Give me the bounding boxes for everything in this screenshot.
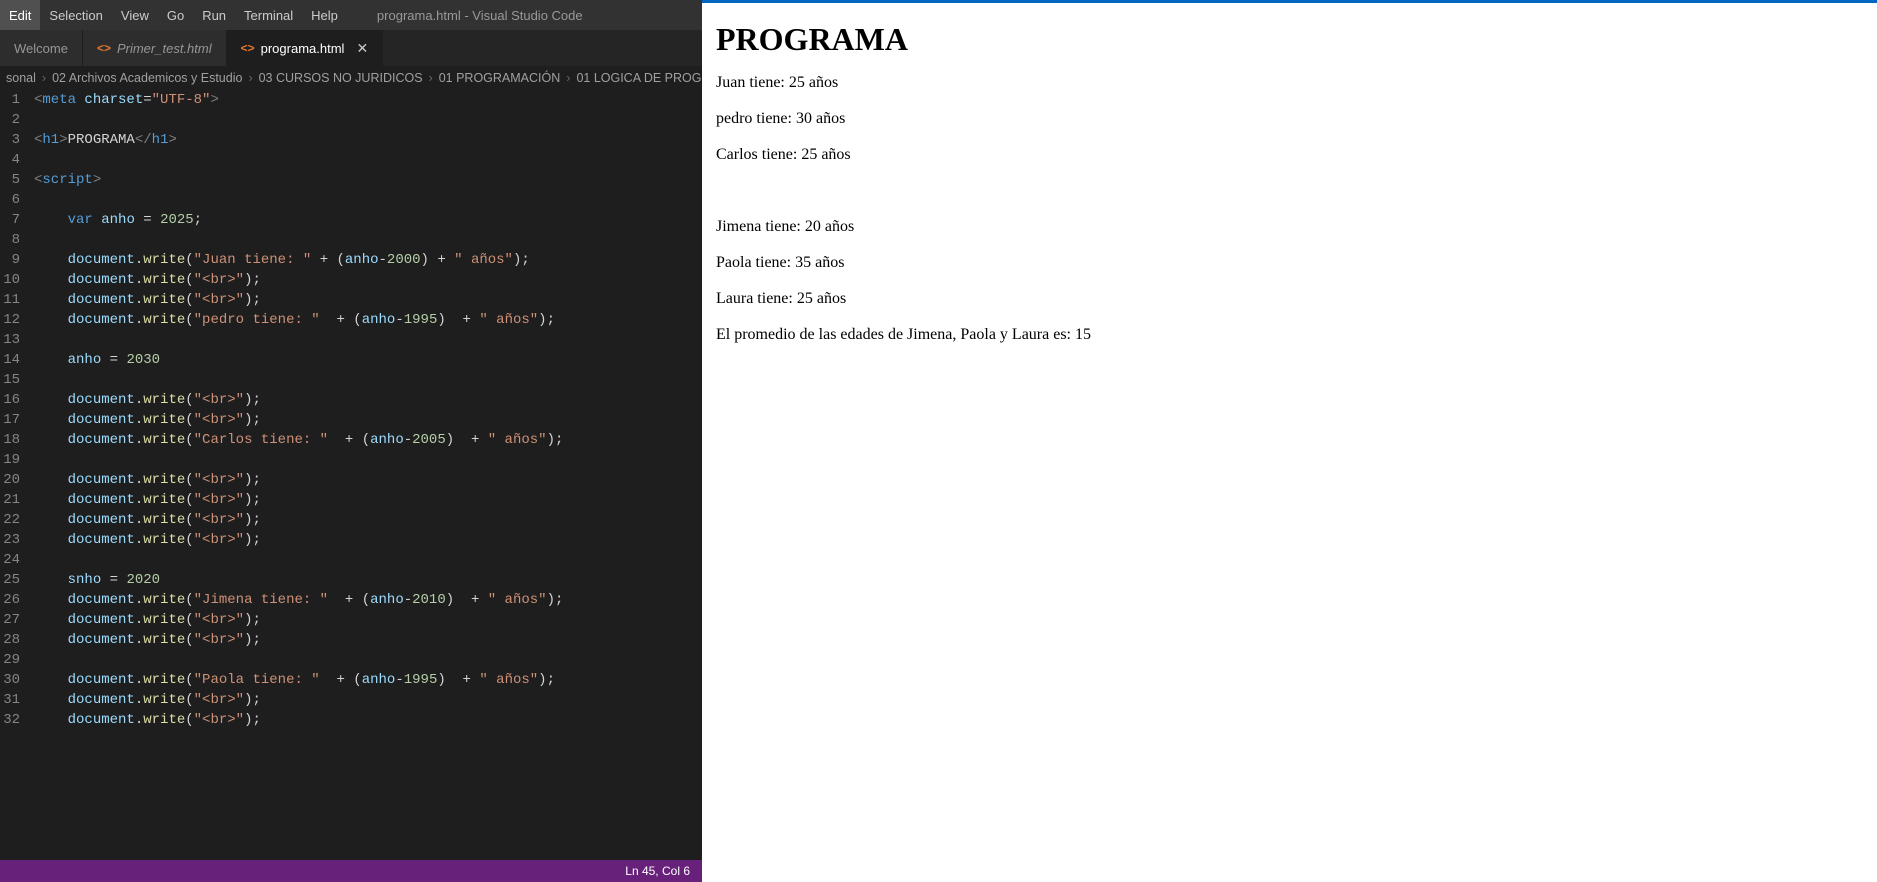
output-line: Juan tiene: 25 años bbox=[716, 74, 1863, 92]
code-line[interactable]: document.write("<br>"); bbox=[34, 470, 702, 490]
code-line[interactable]: document.write("<br>"); bbox=[34, 510, 702, 530]
output-line: Paola tiene: 35 años bbox=[716, 254, 1863, 272]
code-editor[interactable]: 1234567891011121314151617181920212223242… bbox=[0, 90, 702, 860]
code-line[interactable]: snho = 2020 bbox=[34, 570, 702, 590]
code-line[interactable] bbox=[34, 150, 702, 170]
code-line[interactable]: document.write("<br>"); bbox=[34, 610, 702, 630]
output-line: El promedio de las edades de Jimena, Pao… bbox=[716, 326, 1863, 344]
breadcrumb-segment[interactable]: 01 LOGICA DE PROG bbox=[574, 71, 702, 85]
tab-label: Welcome bbox=[14, 41, 68, 56]
chevron-right-icon: › bbox=[244, 71, 256, 85]
code-line[interactable]: document.write("<br>"); bbox=[34, 270, 702, 290]
editor-tabs: Welcome <> Primer_test.html <> programa.html… bbox=[0, 30, 702, 66]
code-line[interactable] bbox=[34, 190, 702, 210]
code-line[interactable]: document.write("<br>"); bbox=[34, 530, 702, 550]
code-line[interactable]: document.write("Juan tiene: " + (anho-20… bbox=[34, 250, 702, 270]
close-icon[interactable]: ✕ bbox=[356, 40, 368, 57]
menu-run[interactable]: Run bbox=[193, 0, 235, 30]
tab-label: Primer_test.html bbox=[117, 41, 212, 56]
code-line[interactable] bbox=[34, 550, 702, 570]
code-line[interactable] bbox=[34, 370, 702, 390]
chevron-right-icon: › bbox=[38, 71, 50, 85]
code-line[interactable] bbox=[34, 330, 702, 350]
breadcrumb-segment[interactable]: 01 PROGRAMACIÓN bbox=[437, 71, 563, 85]
code-line[interactable]: document.write("Jimena tiene: " + (anho-… bbox=[34, 590, 702, 610]
menu-selection[interactable]: Selection bbox=[40, 0, 111, 30]
code-line[interactable]: document.write("pedro tiene: " + (anho-1… bbox=[34, 310, 702, 330]
menu-bar: EditSelectionViewGoRunTerminalHelp progr… bbox=[0, 0, 702, 30]
code-line[interactable]: document.write("<br>"); bbox=[34, 630, 702, 650]
status-bar[interactable]: Ln 45, Col 6 bbox=[0, 860, 702, 882]
window-title: programa.html - Visual Studio Code bbox=[377, 8, 702, 23]
code-line[interactable]: <script> bbox=[34, 170, 702, 190]
output-line: Laura tiene: 25 años bbox=[716, 290, 1863, 308]
breadcrumb-segment[interactable]: 03 CURSOS NO JURIDICOS bbox=[257, 71, 425, 85]
tab-programa-html[interactable]: <> programa.html ✕ bbox=[227, 30, 384, 66]
chevron-right-icon: › bbox=[425, 71, 437, 85]
menu-view[interactable]: View bbox=[112, 0, 158, 30]
code-line[interactable]: document.write("Paola tiene: " + (anho-1… bbox=[34, 670, 702, 690]
code-line[interactable] bbox=[34, 110, 702, 130]
code-line[interactable]: <h1>PROGRAMA</h1> bbox=[34, 130, 702, 150]
output-line: Jimena tiene: 20 años bbox=[716, 218, 1863, 236]
vscode-window: EditSelectionViewGoRunTerminalHelp progr… bbox=[0, 0, 702, 882]
tab-welcome[interactable]: Welcome bbox=[0, 30, 83, 66]
menu-terminal[interactable]: Terminal bbox=[235, 0, 302, 30]
menu-help[interactable]: Help bbox=[302, 0, 347, 30]
code-line[interactable]: document.write("<br>"); bbox=[34, 410, 702, 430]
code-line[interactable]: var anho = 2025; bbox=[34, 210, 702, 230]
breadcrumb-segment[interactable]: 02 Archivos Academicos y Estudio bbox=[50, 71, 244, 85]
code-line[interactable]: document.write("<br>"); bbox=[34, 390, 702, 410]
code-line[interactable] bbox=[34, 230, 702, 250]
code-line[interactable]: document.write("Carlos tiene: " + (anho-… bbox=[34, 430, 702, 450]
html-file-icon: <> bbox=[241, 41, 255, 55]
tab-label: programa.html bbox=[261, 41, 345, 56]
browser-preview: PROGRAMA Juan tiene: 25 años pedro tiene:… bbox=[702, 0, 1877, 882]
html-file-icon: <> bbox=[97, 41, 111, 55]
output-line: Carlos tiene: 25 años bbox=[716, 146, 1863, 164]
menu-edit[interactable]: Edit bbox=[0, 0, 40, 30]
tab-primer-test-html[interactable]: <> Primer_test.html bbox=[83, 30, 227, 66]
output-heading: PROGRAMA bbox=[716, 21, 1863, 58]
cursor-position[interactable]: Ln 45, Col 6 bbox=[625, 864, 690, 878]
menu-go[interactable]: Go bbox=[158, 0, 193, 30]
output-line: pedro tiene: 30 años bbox=[716, 110, 1863, 128]
code-line[interactable]: anho = 2030 bbox=[34, 350, 702, 370]
line-gutter: 1234567891011121314151617181920212223242… bbox=[0, 90, 34, 860]
code-line[interactable] bbox=[34, 450, 702, 470]
code-line[interactable]: <meta charset="UTF-8"> bbox=[34, 90, 702, 110]
code-line[interactable]: document.write("<br>"); bbox=[34, 710, 702, 730]
chevron-right-icon: › bbox=[562, 71, 574, 85]
code-area[interactable]: <meta charset="UTF-8"> <h1>PROGRAMA</h1>… bbox=[34, 90, 702, 860]
breadcrumbs[interactable]: sonal›02 Archivos Academicos y Estudio›0… bbox=[0, 66, 702, 90]
code-line[interactable]: document.write("<br>"); bbox=[34, 490, 702, 510]
breadcrumb-segment[interactable]: sonal bbox=[4, 71, 38, 85]
code-line[interactable]: document.write("<br>"); bbox=[34, 290, 702, 310]
code-line[interactable] bbox=[34, 650, 702, 670]
code-line[interactable]: document.write("<br>"); bbox=[34, 690, 702, 710]
